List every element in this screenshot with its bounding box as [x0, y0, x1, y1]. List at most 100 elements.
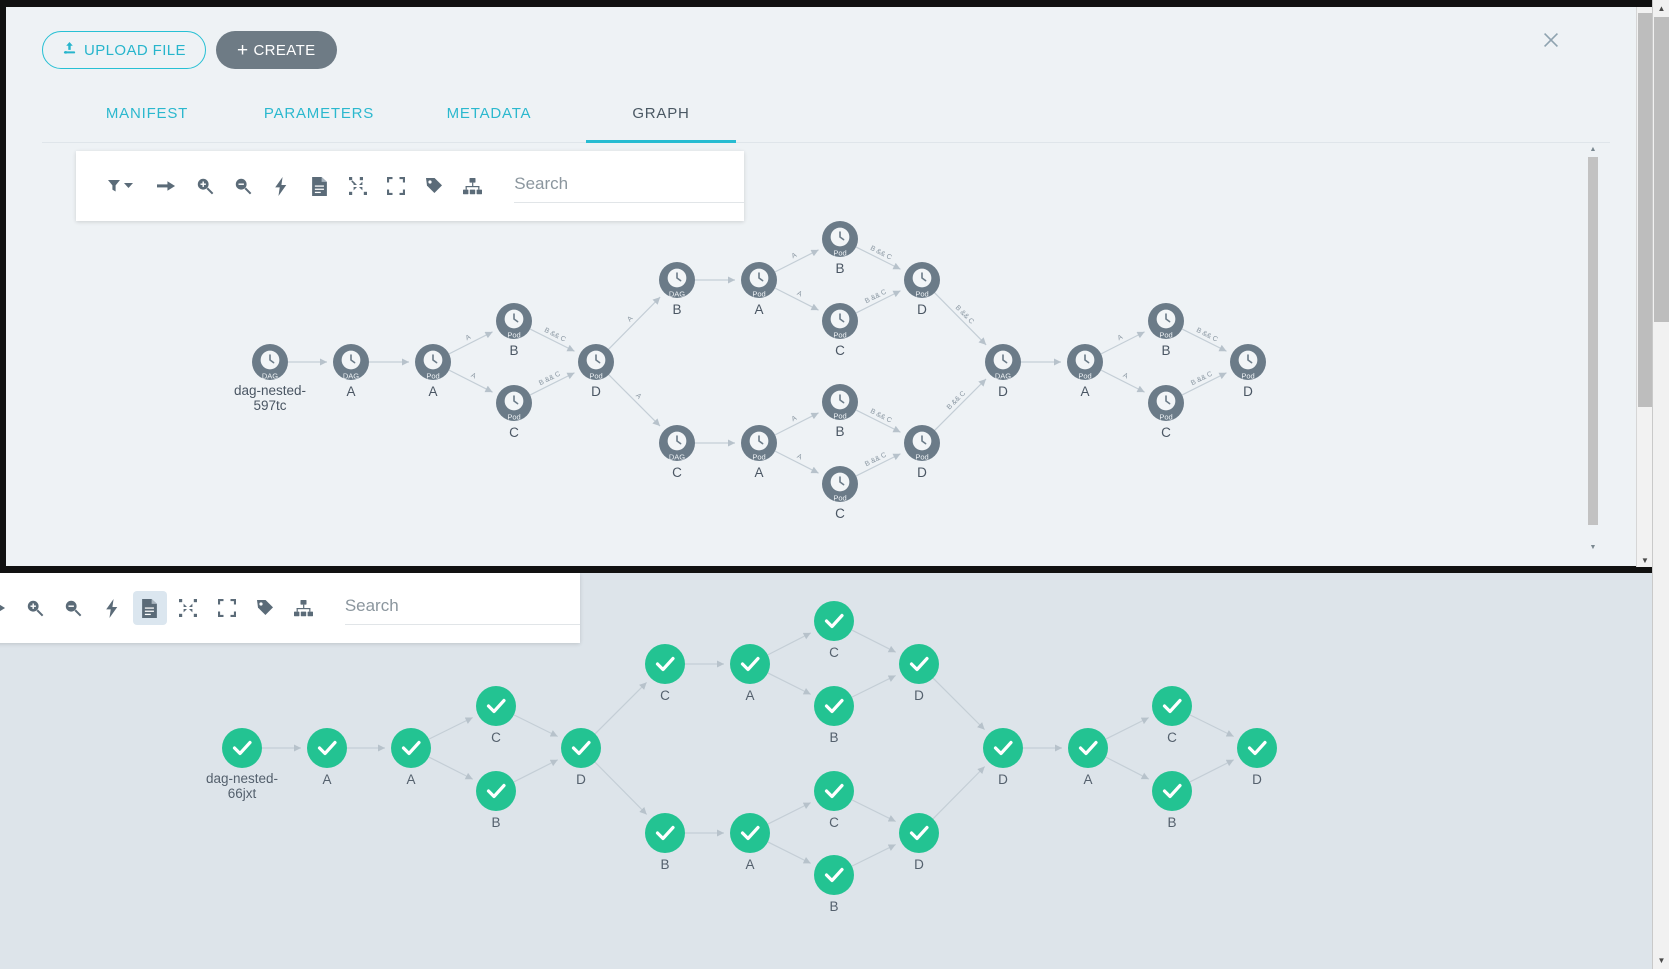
graph-node[interactable]: Pod B	[1148, 303, 1184, 358]
graph-node[interactable]: B	[814, 855, 854, 914]
modal-scroll-down-icon[interactable]: ▼	[1637, 556, 1653, 565]
graph-node[interactable]: A	[391, 728, 431, 787]
collapse-icon[interactable]	[341, 169, 374, 203]
graph-node[interactable]: D	[1237, 728, 1277, 787]
svg-text:Pod: Pod	[507, 413, 520, 422]
svg-text:B: B	[1161, 343, 1170, 358]
scroll-up-icon[interactable]: ▲	[1586, 143, 1600, 155]
svg-text:DAG: DAG	[343, 372, 359, 381]
graph-node[interactable]: Pod D	[904, 425, 940, 480]
graph-search-bottom[interactable]	[344, 591, 580, 625]
graph-node[interactable]: D	[561, 728, 601, 787]
page-scrollbar[interactable]: ▲ ▼	[1652, 0, 1669, 969]
graph-node[interactable]: B	[1152, 771, 1192, 830]
graph-node[interactable]: DAG A	[333, 344, 369, 399]
graph-node[interactable]: Pod B	[496, 303, 532, 358]
svg-text:A: A	[634, 392, 642, 400]
graph-node[interactable]: DAG C	[659, 425, 695, 480]
graph-node[interactable]: DAG D	[985, 344, 1021, 399]
collapse-icon-bottom[interactable]	[172, 591, 205, 625]
upload-file-label: UPLOAD FILE	[84, 41, 186, 59]
graph-node[interactable]: A	[730, 644, 770, 703]
graph-node[interactable]: Pod C	[822, 466, 858, 521]
graph-node[interactable]: Pod C	[1148, 385, 1184, 440]
tab-metadata[interactable]: METADATA	[414, 85, 564, 142]
graph-node[interactable]: C	[814, 601, 854, 660]
lightning-icon-bottom[interactable]	[95, 591, 128, 625]
search-input-bottom[interactable]	[344, 591, 580, 625]
svg-text:597tc: 597tc	[253, 398, 286, 413]
zoom-in-icon-bottom[interactable]	[18, 591, 51, 625]
graph-node[interactable]: Pod B	[822, 384, 858, 439]
graph-node[interactable]: Pod D	[1230, 344, 1266, 399]
graph-node[interactable]: Pod A	[415, 344, 451, 399]
graph-node[interactable]: dag-nested-66jxt	[206, 728, 278, 801]
scroll-down-icon[interactable]: ▼	[1586, 541, 1600, 553]
svg-text:C: C	[491, 730, 501, 745]
page-scroll-up-icon[interactable]: ▲	[1653, 0, 1669, 17]
graph-node[interactable]: C	[1152, 686, 1192, 745]
upload-file-button[interactable]: UPLOAD FILE	[42, 31, 206, 69]
document-icon-bottom[interactable]	[133, 591, 167, 625]
graph-node[interactable]: DAG B	[659, 262, 695, 317]
fullscreen-icon[interactable]	[379, 169, 412, 203]
graph-node[interactable]: Pod D	[904, 262, 940, 317]
graph-node[interactable]: Pod D	[578, 344, 614, 399]
sitemap-icon-bottom[interactable]	[287, 591, 320, 625]
arrow-right-icon[interactable]	[150, 169, 183, 203]
graph-node[interactable]: Pod C	[496, 385, 532, 440]
graph-node[interactable]: C	[645, 644, 685, 703]
graph-node[interactable]: Pod A	[741, 262, 777, 317]
tag-icon-bottom[interactable]	[248, 591, 281, 625]
graph-node[interactable]: DAG dag-nested-597tc	[234, 344, 306, 413]
graph-node[interactable]: D	[983, 728, 1023, 787]
tab-graph[interactable]: GRAPH	[586, 85, 736, 143]
fullscreen-icon-bottom[interactable]	[210, 591, 243, 625]
sitemap-icon[interactable]	[456, 169, 489, 203]
svg-text:D: D	[1243, 384, 1253, 399]
tab-parameters[interactable]: PARAMETERS	[244, 85, 394, 142]
graph-node[interactable]: D	[899, 813, 939, 872]
create-button[interactable]: + CREATE	[215, 31, 337, 69]
graph-node[interactable]: A	[307, 728, 347, 787]
svg-text:A: A	[745, 857, 754, 872]
graph-node[interactable]: B	[645, 813, 685, 872]
graph-node[interactable]: D	[899, 644, 939, 703]
search-input-top[interactable]	[514, 169, 745, 203]
page-scroll-thumb[interactable]	[1654, 17, 1669, 322]
svg-text:C: C	[829, 815, 839, 830]
svg-text:A: A	[465, 334, 473, 343]
arrow-right-icon-bottom[interactable]	[0, 591, 13, 625]
graph-node[interactable]: C	[476, 686, 516, 745]
graph-node[interactable]: Pod B	[822, 221, 858, 276]
zoom-in-icon[interactable]	[188, 169, 221, 203]
tab-manifest[interactable]: MANIFEST	[72, 85, 222, 142]
graph-node[interactable]: A	[1068, 728, 1108, 787]
graph-node[interactable]: Pod A	[1067, 344, 1103, 399]
tag-icon[interactable]	[418, 169, 451, 203]
graph-node[interactable]: C	[814, 771, 854, 830]
graph-scrollbar-top[interactable]: ▲ ▼	[1586, 143, 1600, 553]
graph-node[interactable]: Pod C	[822, 303, 858, 358]
svg-text:A: A	[791, 252, 799, 261]
graph-node[interactable]: B	[476, 771, 516, 830]
svg-text:A: A	[754, 302, 763, 317]
graph-viewport-top[interactable]: AAB && CB && CAAAAB && CB && CAAB && CB …	[6, 143, 1600, 553]
scroll-thumb[interactable]	[1588, 157, 1598, 525]
page-scroll-down-icon[interactable]: ▼	[1653, 952, 1669, 969]
modal-scrollbar[interactable]: ▼	[1636, 7, 1652, 567]
svg-text:A: A	[626, 315, 634, 323]
graph-node[interactable]: Pod A	[741, 425, 777, 480]
close-icon[interactable]	[1536, 25, 1566, 55]
zoom-out-icon[interactable]	[226, 169, 259, 203]
svg-text:D: D	[998, 772, 1008, 787]
zoom-out-icon-bottom[interactable]	[57, 591, 90, 625]
svg-text:D: D	[917, 302, 927, 317]
lightning-icon[interactable]	[265, 169, 298, 203]
graph-node[interactable]: B	[814, 686, 854, 745]
document-icon[interactable]	[303, 169, 336, 203]
modal-scroll-thumb[interactable]	[1638, 13, 1652, 407]
filter-icon[interactable]	[100, 169, 145, 203]
graph-search-top[interactable]	[514, 169, 745, 203]
graph-node[interactable]: A	[730, 813, 770, 872]
